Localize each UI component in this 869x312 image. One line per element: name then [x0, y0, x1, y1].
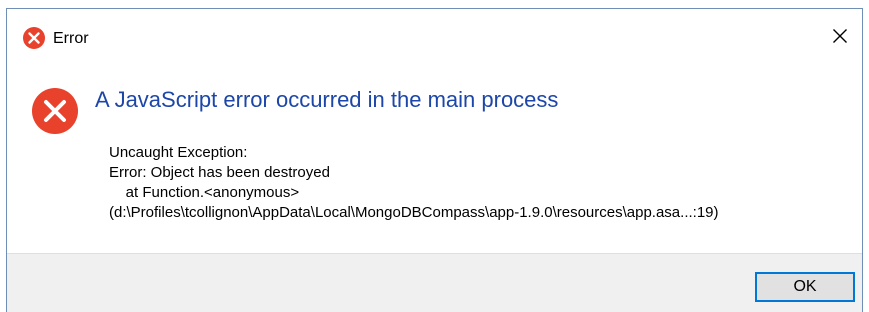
error-details: Uncaught Exception: Error: Object has bee… [109, 143, 719, 223]
main-instruction: A JavaScript error occurred in the main … [95, 87, 559, 112]
button-bar: OK [7, 253, 862, 312]
close-button[interactable] [818, 19, 862, 53]
error-dialog: Error A JavaScript error occurred in the… [6, 8, 863, 312]
title-bar: Error [7, 9, 862, 53]
detail-line: Uncaught Exception: [109, 144, 248, 161]
detail-line: (d:\Profiles\tcollignon\AppData\Local\Mo… [109, 204, 719, 221]
window-title: Error [53, 30, 89, 47]
ok-button[interactable]: OK [755, 272, 855, 302]
detail-line: at Function.<anonymous> [109, 184, 300, 201]
detail-line: Error: Object has been destroyed [109, 164, 330, 181]
error-icon [23, 27, 45, 49]
dialog-content: A JavaScript error occurred in the main … [7, 53, 862, 253]
close-icon [833, 29, 847, 43]
error-icon [32, 88, 78, 134]
